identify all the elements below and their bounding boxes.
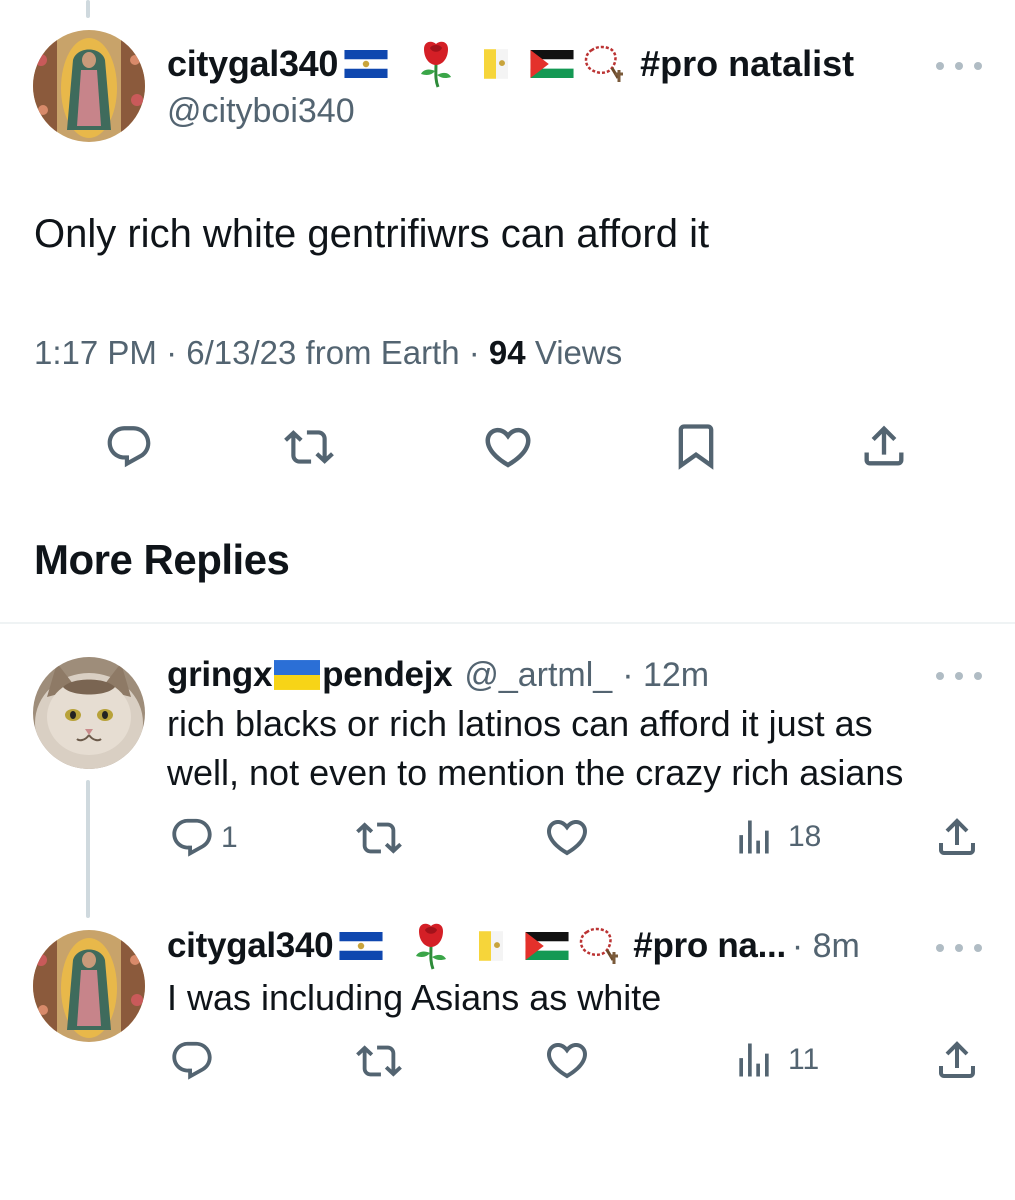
more-options-button[interactable]	[936, 56, 982, 76]
views-count: 18	[788, 820, 822, 853]
reply-button[interactable]: 1	[169, 815, 238, 861]
rosary-icon	[577, 926, 621, 966]
main-tweet-name-row: citygal340 #pro natalist	[167, 40, 854, 88]
el-salvador-flag-icon	[339, 932, 383, 960]
badge-list	[344, 39, 626, 89]
separator: ·	[468, 334, 489, 371]
retweet-button[interactable]	[356, 1038, 402, 1084]
more-options-button[interactable]	[936, 938, 982, 958]
views-icon	[732, 815, 776, 859]
more-options-button[interactable]	[936, 666, 982, 686]
dot-icon	[936, 62, 944, 70]
guadalupe-avatar-image	[33, 30, 145, 142]
dot-icon	[936, 672, 944, 680]
reply-text-line: well, not even to mention the crazy rich…	[167, 752, 904, 793]
ukraine-flag-icon	[274, 660, 320, 690]
share-icon	[858, 420, 910, 472]
share-button[interactable]	[933, 813, 981, 861]
share-icon	[933, 1036, 981, 1084]
palestine-flag-icon	[530, 50, 574, 78]
display-name[interactable]: citygal340	[167, 43, 338, 85]
handle[interactable]: @_artml_	[464, 656, 612, 695]
cat-avatar-image	[33, 657, 145, 769]
reply-icon	[104, 422, 154, 472]
dot-icon	[974, 62, 982, 70]
vatican-flag-icon	[479, 931, 503, 961]
heart-icon	[543, 813, 591, 861]
share-button[interactable]	[858, 420, 910, 472]
views-button[interactable]: 11	[732, 1038, 819, 1082]
like-button[interactable]	[481, 420, 535, 474]
tweet-text: Only rich white gentrifiwrs can afford i…	[34, 212, 710, 256]
el-salvador-flag-icon	[344, 50, 388, 78]
vatican-flag-icon	[484, 49, 508, 79]
like-button[interactable]	[543, 813, 591, 861]
retweet-icon	[356, 815, 402, 861]
reply-count: 1	[221, 821, 238, 854]
rose-icon	[411, 921, 451, 971]
avatar-gringx[interactable]	[33, 657, 145, 769]
retweet-icon	[284, 422, 334, 472]
tweet-source: from Earth	[305, 334, 460, 371]
heart-icon	[481, 420, 535, 474]
reply-text-line: rich blacks or rich latinos can afford i…	[167, 703, 873, 744]
reply-button[interactable]	[104, 422, 154, 472]
like-button[interactable]	[543, 1036, 591, 1084]
retweet-button[interactable]	[356, 815, 402, 861]
retweet-icon	[356, 1038, 402, 1084]
badge-list	[339, 921, 621, 971]
bio-hashtag[interactable]: #pro natalist	[640, 43, 854, 85]
reply-time[interactable]: · 8m	[792, 927, 860, 966]
heart-icon	[543, 1036, 591, 1084]
display-name-suffix[interactable]: pendejx	[322, 655, 452, 695]
reply-text-line: I was including Asians as white	[167, 977, 662, 1018]
bio-hashtag[interactable]: #pro na...	[633, 926, 786, 966]
dot-icon	[955, 944, 963, 952]
reply-name-row: gringx pendejx @_artml_ · 12m	[167, 652, 709, 698]
reply-time[interactable]: · 12m	[622, 656, 709, 695]
share-button[interactable]	[933, 1036, 981, 1084]
views-count: 94	[488, 334, 526, 371]
thread-line	[86, 780, 90, 918]
palestine-flag-icon	[525, 932, 569, 960]
views-button[interactable]: 18	[732, 815, 821, 859]
tweet-meta: 1:17 PM · 6/13/23 from Earth · 94 Views	[34, 334, 622, 372]
bookmark-button[interactable]	[670, 420, 722, 472]
reply-button[interactable]	[169, 1038, 215, 1084]
guadalupe-avatar-image	[33, 930, 145, 1042]
views-label: Views	[534, 334, 623, 371]
display-name[interactable]: gringx	[167, 655, 272, 695]
bookmark-icon	[670, 420, 722, 472]
dot-icon	[974, 672, 982, 680]
divider	[0, 622, 1015, 624]
views-icon	[732, 1038, 776, 1082]
handle[interactable]: @cityboi340	[167, 92, 355, 131]
dot-icon	[955, 62, 963, 70]
reply-icon	[169, 815, 215, 861]
tweet-time[interactable]: 1:17 PM	[34, 334, 157, 371]
reply-name-row: citygal340 #pro na... · 8m	[167, 922, 860, 970]
dot-icon	[955, 672, 963, 680]
avatar-citygal340[interactable]	[33, 30, 145, 142]
thread-line	[86, 0, 90, 18]
display-name[interactable]: citygal340	[167, 926, 334, 966]
retweet-button[interactable]	[284, 422, 334, 472]
share-icon	[933, 813, 981, 861]
tweet-date[interactable]: 6/13/23	[186, 334, 296, 371]
rosary-icon	[582, 44, 626, 84]
views-count: 11	[788, 1043, 820, 1076]
rose-icon	[416, 39, 456, 89]
dot-icon	[974, 944, 982, 952]
dot-icon	[936, 944, 944, 952]
more-replies-heading: More Replies	[34, 536, 290, 583]
reply-icon	[169, 1038, 215, 1084]
separator: ·	[166, 334, 187, 371]
avatar-citygal340[interactable]	[33, 930, 145, 1042]
